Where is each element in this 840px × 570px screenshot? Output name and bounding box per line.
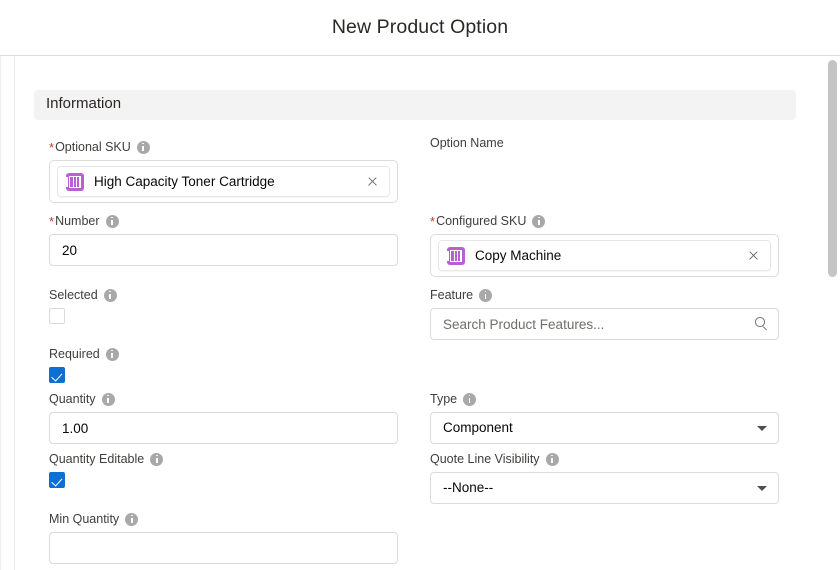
label-text: Feature — [430, 288, 474, 302]
field-option-name: Option Name — [430, 136, 779, 174]
label-text: Selected — [49, 288, 98, 302]
label-required: Required — [49, 347, 398, 361]
required-asterisk: * — [49, 140, 55, 155]
label-text: Number — [55, 214, 100, 228]
label-feature: Feature — [430, 288, 779, 302]
configured-sku-pill[interactable]: Copy Machine — [438, 240, 771, 271]
label-min-quantity: Min Quantity — [49, 512, 398, 526]
field-type: Type Component — [430, 392, 779, 444]
label-text: Type — [430, 392, 458, 406]
info-icon[interactable] — [103, 288, 117, 302]
field-quantity: Quantity — [49, 392, 398, 444]
selected-checkbox[interactable] — [49, 308, 65, 324]
label-number: * Number — [49, 214, 398, 228]
product-icon — [447, 246, 465, 265]
label-quantity-editable: Quantity Editable — [49, 452, 398, 466]
quantity-input[interactable] — [49, 412, 398, 444]
feature-search-wrap — [430, 308, 779, 340]
label-text: Option Name — [430, 136, 504, 150]
section-header-information: Information — [34, 90, 796, 120]
quote-line-visibility-select[interactable]: --None-- — [430, 472, 779, 504]
required-checkbox[interactable] — [49, 367, 65, 383]
label-option-name: Option Name — [430, 136, 779, 150]
type-select[interactable]: Component — [430, 412, 779, 444]
feature-search-input[interactable] — [430, 308, 779, 340]
type-select-wrap: Component — [430, 412, 779, 444]
label-text: Quantity Editable — [49, 452, 145, 466]
configured-sku-value: Copy Machine — [475, 248, 562, 263]
info-icon[interactable] — [105, 347, 119, 361]
field-quantity-editable: Quantity Editable — [49, 452, 398, 488]
field-selected: Selected — [49, 288, 398, 324]
label-text: Optional SKU — [55, 140, 131, 154]
required-asterisk: * — [430, 214, 436, 229]
configured-sku-lookup[interactable]: Copy Machine — [430, 234, 779, 277]
optional-sku-pill[interactable]: High Capacity Toner Cartridge — [57, 166, 390, 197]
info-icon[interactable] — [463, 392, 477, 406]
field-required: Required — [49, 347, 398, 383]
info-icon[interactable] — [545, 452, 559, 466]
new-product-option-modal: New Product Option Information * Optiona… — [0, 0, 840, 570]
label-optional-sku: * Optional SKU — [49, 140, 398, 154]
label-text: Configured SKU — [436, 214, 527, 228]
info-icon[interactable] — [125, 512, 139, 526]
quote-line-visibility-select-wrap: --None-- — [430, 472, 779, 504]
page-title: New Product Option — [331, 16, 509, 38]
label-text: Min Quantity — [49, 512, 120, 526]
label-configured-sku: * Configured SKU — [430, 214, 779, 228]
field-number: * Number — [49, 214, 398, 266]
min-quantity-input[interactable] — [49, 532, 398, 564]
label-text: Quantity — [49, 392, 96, 406]
label-type: Type — [430, 392, 779, 406]
info-icon[interactable] — [479, 288, 493, 302]
optional-sku-value: High Capacity Toner Cartridge — [94, 174, 275, 189]
info-icon[interactable] — [136, 140, 150, 154]
close-icon[interactable] — [740, 243, 766, 269]
field-feature: Feature — [430, 288, 779, 340]
label-quote-line-visibility: Quote Line Visibility — [430, 452, 779, 466]
info-icon[interactable] — [532, 214, 546, 228]
modal-header: New Product Option — [0, 0, 840, 56]
field-quote-line-visibility: Quote Line Visibility --None-- — [430, 452, 779, 504]
modal-body: Information * Optional SKU High Capacity… — [0, 56, 840, 570]
optional-sku-lookup[interactable]: High Capacity Toner Cartridge — [49, 160, 398, 203]
field-optional-sku: * Optional SKU High Capacity Toner Cartr… — [49, 140, 398, 203]
info-icon[interactable] — [101, 392, 115, 406]
number-input[interactable] — [49, 234, 398, 266]
scrollbar-thumb[interactable] — [828, 60, 837, 277]
quantity-editable-checkbox[interactable] — [49, 472, 65, 488]
close-icon[interactable] — [359, 169, 385, 195]
label-quantity: Quantity — [49, 392, 398, 406]
label-text: Required — [49, 347, 100, 361]
label-text: Quote Line Visibility — [430, 452, 540, 466]
info-icon[interactable] — [150, 452, 164, 466]
option-name-value — [430, 156, 779, 174]
product-icon — [66, 172, 84, 191]
section-title: Information — [46, 95, 122, 112]
field-min-quantity: Min Quantity — [49, 512, 398, 564]
label-selected: Selected — [49, 288, 398, 302]
required-asterisk: * — [49, 214, 55, 229]
field-configured-sku: * Configured SKU Copy Machine — [430, 214, 779, 277]
left-divider — [14, 56, 15, 570]
info-icon[interactable] — [105, 214, 119, 228]
